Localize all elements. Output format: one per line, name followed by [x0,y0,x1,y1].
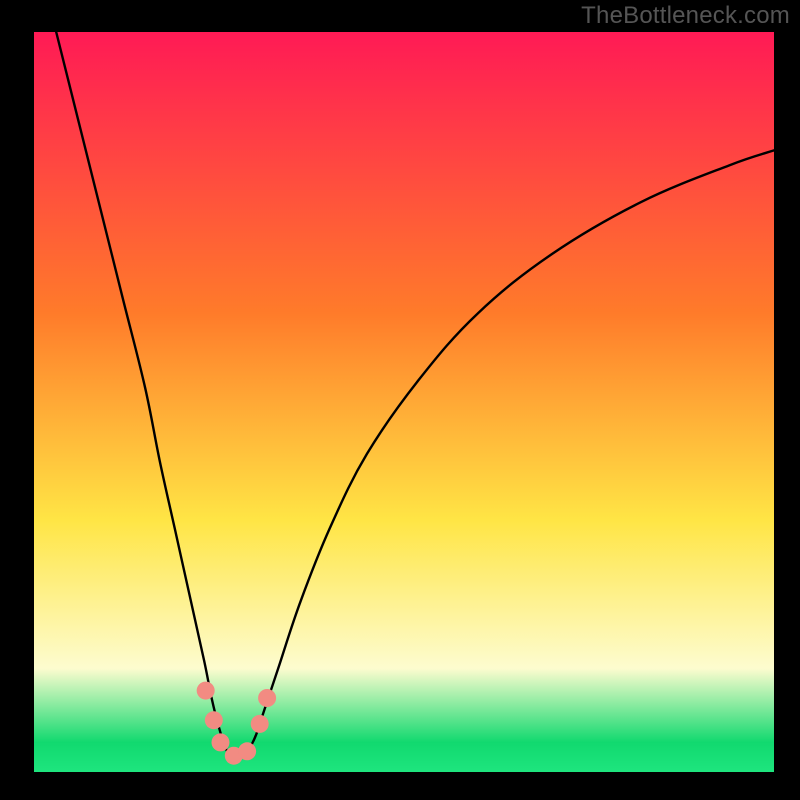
gradient-background [34,32,774,772]
curve-marker [238,742,256,760]
chart-frame: TheBottleneck.com [0,0,800,800]
curve-marker [197,682,215,700]
curve-marker [258,689,276,707]
bottleneck-plot [34,32,774,772]
plot-area [34,32,774,772]
watermark-text: TheBottleneck.com [581,2,790,30]
curve-marker [251,715,269,733]
curve-marker [205,711,223,729]
curve-marker [211,733,229,751]
